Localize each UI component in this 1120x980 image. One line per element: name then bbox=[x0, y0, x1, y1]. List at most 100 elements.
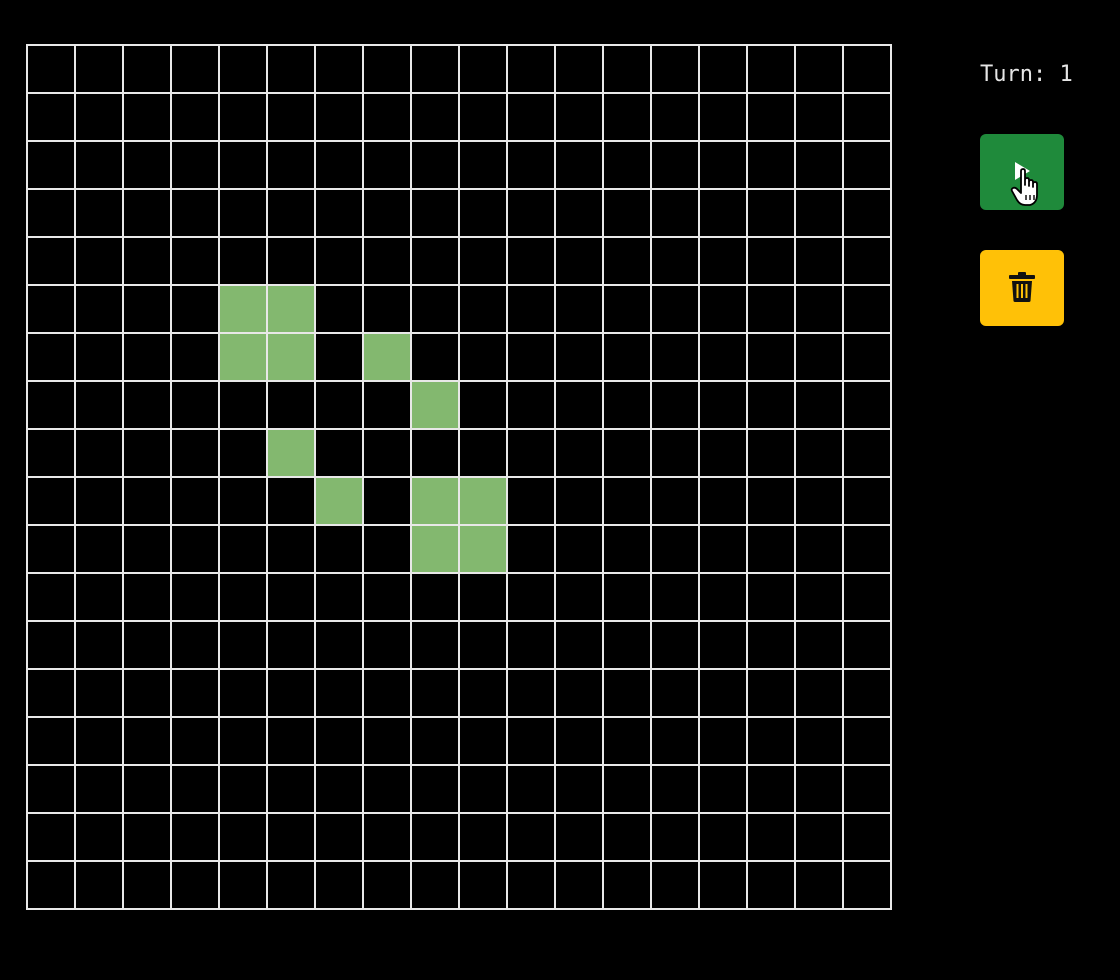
board-cell[interactable] bbox=[604, 382, 652, 430]
board-cell[interactable] bbox=[220, 382, 268, 430]
board-cell[interactable] bbox=[508, 766, 556, 814]
board-cell[interactable] bbox=[268, 526, 316, 574]
board-cell[interactable] bbox=[268, 670, 316, 718]
play-button[interactable] bbox=[980, 134, 1064, 210]
board-cell[interactable] bbox=[796, 622, 844, 670]
board-cell[interactable] bbox=[652, 142, 700, 190]
board-cell[interactable] bbox=[268, 190, 316, 238]
board-cell[interactable] bbox=[172, 334, 220, 382]
board-cell[interactable] bbox=[364, 574, 412, 622]
board-cell[interactable] bbox=[604, 94, 652, 142]
board-cell[interactable] bbox=[364, 46, 412, 94]
board-cell[interactable] bbox=[508, 238, 556, 286]
board-cell[interactable] bbox=[460, 670, 508, 718]
board-cell[interactable] bbox=[748, 526, 796, 574]
board-cell[interactable] bbox=[844, 526, 892, 574]
board-cell[interactable] bbox=[460, 574, 508, 622]
board-cell[interactable] bbox=[28, 430, 76, 478]
board-cell[interactable] bbox=[460, 238, 508, 286]
board-cell[interactable] bbox=[76, 622, 124, 670]
board-cell[interactable] bbox=[172, 526, 220, 574]
board-cell[interactable] bbox=[460, 286, 508, 334]
board-cell[interactable] bbox=[76, 718, 124, 766]
board-cell[interactable] bbox=[268, 574, 316, 622]
board-cell[interactable] bbox=[748, 670, 796, 718]
board-cell[interactable] bbox=[748, 334, 796, 382]
board-cell[interactable] bbox=[508, 814, 556, 862]
board-cell[interactable] bbox=[316, 190, 364, 238]
board-cell[interactable] bbox=[316, 382, 364, 430]
board-cell[interactable] bbox=[508, 190, 556, 238]
board-cell[interactable] bbox=[652, 478, 700, 526]
board-cell[interactable] bbox=[460, 382, 508, 430]
board-cell[interactable] bbox=[364, 142, 412, 190]
board-cell[interactable] bbox=[844, 286, 892, 334]
board-cell[interactable] bbox=[748, 814, 796, 862]
board-cell[interactable] bbox=[220, 238, 268, 286]
board-cell[interactable] bbox=[28, 238, 76, 286]
board-cell[interactable] bbox=[316, 94, 364, 142]
board-cell[interactable] bbox=[268, 94, 316, 142]
board-cell[interactable] bbox=[508, 286, 556, 334]
board-cell[interactable] bbox=[652, 238, 700, 286]
board-cell[interactable] bbox=[172, 766, 220, 814]
board-cell[interactable] bbox=[76, 862, 124, 910]
board-cell[interactable] bbox=[124, 190, 172, 238]
game-board[interactable] bbox=[26, 44, 892, 910]
board-cell[interactable] bbox=[76, 142, 124, 190]
board-cell[interactable] bbox=[700, 286, 748, 334]
board-cell[interactable] bbox=[316, 286, 364, 334]
board-cell[interactable] bbox=[796, 94, 844, 142]
board-cell[interactable] bbox=[412, 718, 460, 766]
board-cell[interactable] bbox=[604, 622, 652, 670]
board-cell[interactable] bbox=[412, 334, 460, 382]
board-cell[interactable] bbox=[556, 526, 604, 574]
board-cell[interactable] bbox=[412, 238, 460, 286]
board-cell[interactable] bbox=[316, 430, 364, 478]
board-cell[interactable] bbox=[796, 46, 844, 94]
board-cell[interactable] bbox=[700, 670, 748, 718]
board-cell[interactable] bbox=[364, 190, 412, 238]
board-cell[interactable] bbox=[796, 478, 844, 526]
board-cell[interactable] bbox=[652, 766, 700, 814]
board-cell[interactable] bbox=[28, 622, 76, 670]
board-cell[interactable] bbox=[748, 574, 796, 622]
board-cell[interactable] bbox=[124, 622, 172, 670]
board-cell[interactable] bbox=[28, 94, 76, 142]
board-cell[interactable] bbox=[220, 190, 268, 238]
board-cell[interactable] bbox=[364, 286, 412, 334]
board-cell-alive[interactable] bbox=[460, 526, 508, 574]
board-cell[interactable] bbox=[556, 46, 604, 94]
board-cell[interactable] bbox=[748, 94, 796, 142]
board-cell[interactable] bbox=[652, 622, 700, 670]
board-cell[interactable] bbox=[316, 238, 364, 286]
clear-button[interactable] bbox=[980, 250, 1064, 326]
board-cell[interactable] bbox=[604, 334, 652, 382]
board-cell[interactable] bbox=[316, 622, 364, 670]
board-cell[interactable] bbox=[748, 766, 796, 814]
board-cell[interactable] bbox=[124, 814, 172, 862]
board-cell[interactable] bbox=[124, 430, 172, 478]
board-cell[interactable] bbox=[556, 142, 604, 190]
board-cell[interactable] bbox=[652, 718, 700, 766]
board-cell[interactable] bbox=[364, 670, 412, 718]
board-cell[interactable] bbox=[76, 190, 124, 238]
board-cell[interactable] bbox=[796, 718, 844, 766]
board-cell[interactable] bbox=[28, 142, 76, 190]
board-cell[interactable] bbox=[556, 238, 604, 286]
board-cell[interactable] bbox=[316, 814, 364, 862]
board-cell[interactable] bbox=[796, 526, 844, 574]
board-cell[interactable] bbox=[76, 286, 124, 334]
board-cell[interactable] bbox=[172, 286, 220, 334]
board-cell[interactable] bbox=[508, 670, 556, 718]
board-cell[interactable] bbox=[556, 862, 604, 910]
board-cell[interactable] bbox=[748, 286, 796, 334]
board-cell[interactable] bbox=[316, 766, 364, 814]
board-cell[interactable] bbox=[172, 382, 220, 430]
board-cell-alive[interactable] bbox=[412, 526, 460, 574]
board-cell[interactable] bbox=[28, 286, 76, 334]
board-cell[interactable] bbox=[124, 478, 172, 526]
board-cell[interactable] bbox=[124, 862, 172, 910]
board-cell[interactable] bbox=[316, 526, 364, 574]
board-cell[interactable] bbox=[28, 670, 76, 718]
